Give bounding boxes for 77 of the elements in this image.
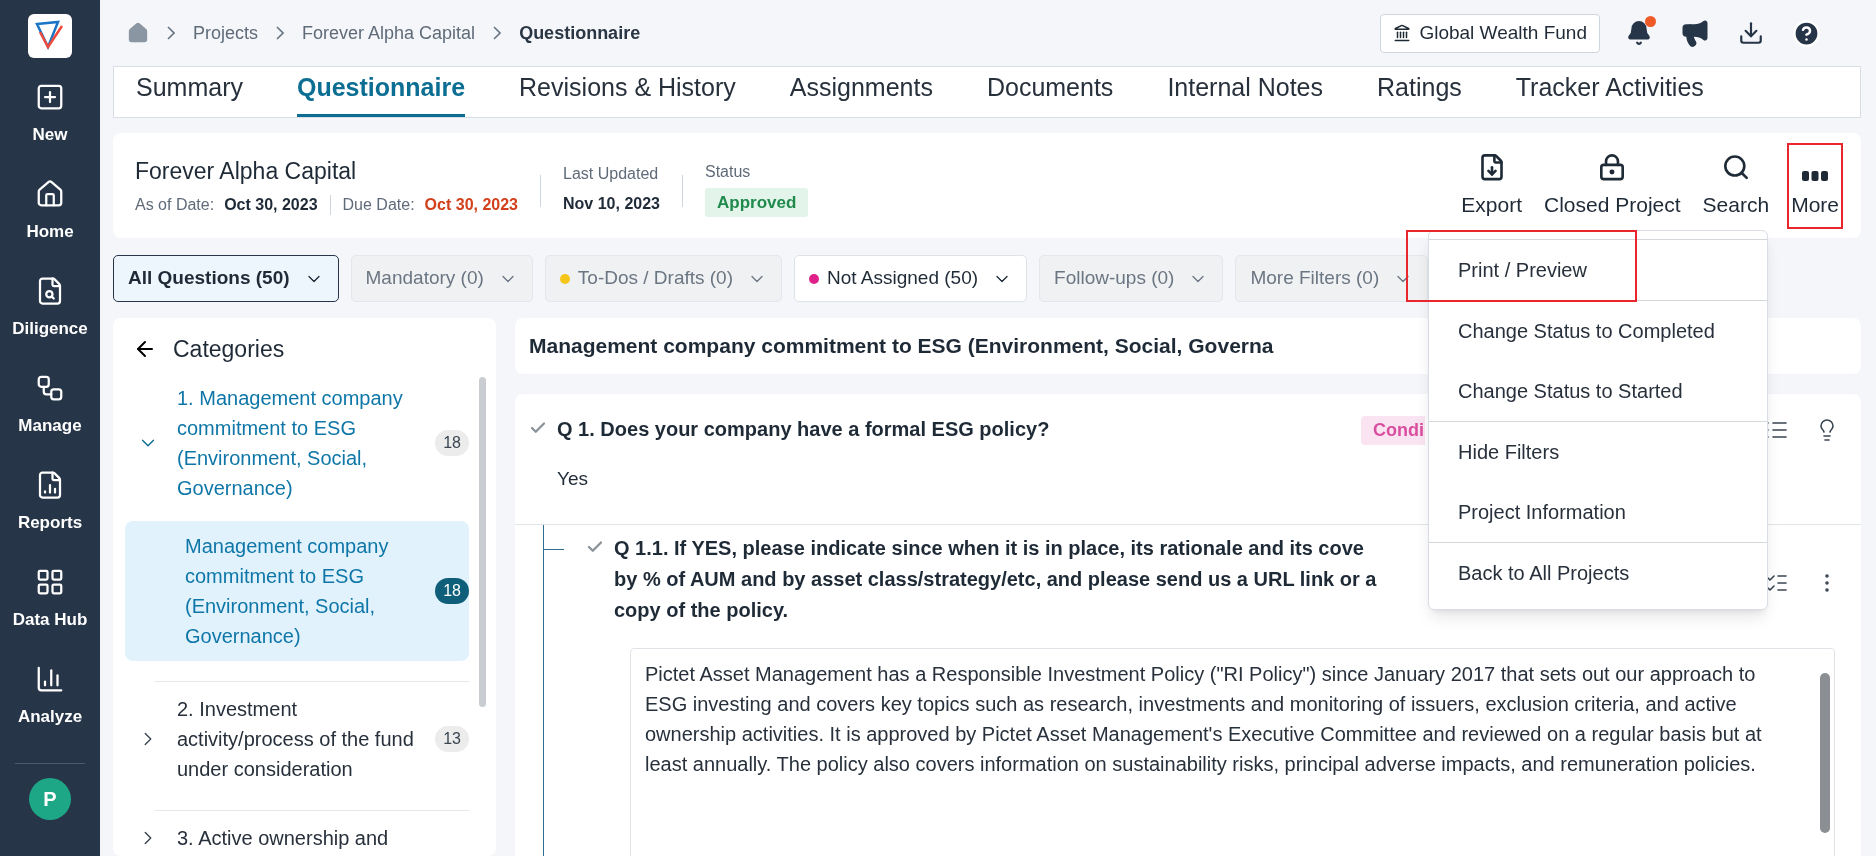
bar-chart-icon bbox=[35, 664, 65, 694]
breadcrumb-item[interactable]: Forever Alpha Capital bbox=[302, 19, 476, 47]
chevron-icon bbox=[167, 26, 175, 40]
field-label: Status bbox=[704, 161, 752, 182]
answer-text: Yes bbox=[557, 467, 589, 491]
more-icon bbox=[1802, 171, 1829, 181]
menu-item[interactable]: Hide Filters bbox=[1429, 422, 1767, 482]
question-text: Q 1.1. If YES, please indicate since when it is in place, its rationale and its cove by % of AUM and by asset class/strategy/etc, and please send us a URL link or a copy of the policy. bbox=[614, 535, 1377, 623]
category-label: Management company commitment to ESG (Environment, Social, Governance) bbox=[185, 533, 390, 649]
panel-title: Categories bbox=[173, 335, 285, 364]
nav-item[interactable]: Analyze bbox=[0, 662, 100, 759]
filter-dropdown[interactable]: All Questions (50) bbox=[113, 255, 339, 302]
answer-text: Pictet Asset Management has a Responsible Investment Policy ("RI Policy") since January 2017 that sets out our approach to ESG investing and covers key topics such as research, investments and monitoring of issuers, exclusion criteria, and active ownership activities. It is approved by Pictet Asset Management's Executive Committee and reviewed on a regular basis but at least annually. The policy also covers information on sustainability risks, principal adverse impacts, and remuneration policies. bbox=[645, 661, 1763, 777]
tab[interactable]: Tracker Activities bbox=[1515, 68, 1704, 117]
field-label: Last Updated bbox=[563, 163, 660, 184]
home-icon[interactable] bbox=[127, 22, 149, 44]
megaphone-icon[interactable] bbox=[1680, 18, 1710, 48]
category-item[interactable]: 2. Investment activity/process of the fund under consideration 13 bbox=[125, 687, 469, 790]
field-label: As of Date: bbox=[135, 194, 215, 215]
as-of-date: Oct 30, 2023 bbox=[224, 194, 318, 215]
due-date: Oct 30, 2023 bbox=[424, 194, 518, 215]
category-label: 2. Investment activity/process of the fund under consideration bbox=[177, 696, 415, 782]
house-icon bbox=[35, 179, 65, 209]
nav-item[interactable]: Home bbox=[0, 177, 100, 274]
field-label: Due Date: bbox=[342, 194, 415, 215]
toolbar-button[interactable]: More bbox=[1789, 144, 1841, 227]
tab[interactable]: Ratings bbox=[1377, 68, 1462, 117]
filter-dropdown[interactable]: Not Assigned (50) bbox=[794, 255, 1028, 302]
question-text: Q 1. Does your company have a formal ESG policy? bbox=[557, 417, 1050, 442]
condition-badge: Condi bbox=[1361, 416, 1425, 445]
scrollbar[interactable] bbox=[1820, 672, 1830, 833]
bell-icon[interactable] bbox=[1626, 20, 1652, 46]
category-label: 3. Active ownership and bbox=[177, 825, 390, 851]
bank-icon bbox=[1393, 24, 1412, 42]
menu-item[interactable]: Back to All Projects bbox=[1429, 543, 1767, 603]
breadcrumb-item[interactable]: Projects bbox=[193, 19, 259, 47]
plus-square-icon bbox=[35, 82, 65, 112]
nav-item[interactable]: Diligence bbox=[0, 274, 100, 371]
chevron-icon bbox=[493, 26, 502, 40]
tab[interactable]: Questionnaire bbox=[296, 68, 466, 117]
toolbar-button[interactable]: Export bbox=[1459, 144, 1525, 227]
count-badge: 18 bbox=[435, 577, 469, 604]
tab[interactable]: Internal Notes bbox=[1167, 68, 1323, 117]
menu-item[interactable]: Change Status to Started bbox=[1429, 361, 1767, 421]
app-logo[interactable] bbox=[28, 14, 72, 58]
menu-item[interactable]: Change Status to Completed bbox=[1429, 301, 1767, 361]
nav-item[interactable]: New bbox=[0, 80, 100, 177]
category-label: 1. Management company commitment to ESG (Environment, Social, Governance) bbox=[177, 385, 404, 501]
tab[interactable]: Revisions & History bbox=[519, 68, 736, 117]
tab[interactable]: Summary bbox=[136, 68, 243, 117]
toolbar-button[interactable]: Closed Project bbox=[1542, 144, 1683, 227]
help-icon[interactable] bbox=[1792, 18, 1821, 48]
chevron-icon bbox=[276, 26, 285, 40]
status-badge: Approved bbox=[704, 187, 809, 218]
nav-item[interactable]: Data Hub bbox=[0, 565, 100, 662]
nav-item[interactable]: Reports bbox=[0, 468, 100, 565]
scrollbar[interactable] bbox=[479, 376, 486, 707]
flow-icon bbox=[35, 373, 65, 403]
category-item[interactable]: 1. Management company commitment to ESG (Environment, Social, Governance) 18 bbox=[125, 376, 469, 509]
tab[interactable]: Assignments bbox=[789, 68, 933, 117]
fund-button[interactable]: Global Wealth Fund bbox=[1380, 13, 1600, 53]
category-item[interactable]: Management company commitment to ESG (Environment, Social, Governance) 18 bbox=[125, 520, 469, 661]
category-item[interactable]: 3. Active ownership and bbox=[125, 816, 469, 856]
section-title: Management company commitment to ESG (Environment, Social, Governa bbox=[529, 333, 1274, 360]
last-updated-date: Nov 10, 2023 bbox=[563, 193, 660, 214]
tab[interactable]: Documents bbox=[986, 68, 1114, 117]
toolbar-button[interactable]: Search bbox=[1700, 144, 1772, 227]
count-badge: 18 bbox=[435, 429, 469, 456]
grid-icon bbox=[35, 567, 65, 597]
breadcrumb-item: Questionnaire bbox=[519, 21, 641, 45]
download-icon[interactable] bbox=[1738, 20, 1764, 46]
count-badge: 13 bbox=[435, 725, 469, 752]
menu-item[interactable]: Print / Preview bbox=[1429, 240, 1767, 300]
answer-box[interactable] bbox=[630, 647, 1835, 856]
project-name: Forever Alpha Capital bbox=[135, 157, 358, 187]
nav-item[interactable]: Manage bbox=[0, 371, 100, 468]
menu-item[interactable]: Project Information bbox=[1429, 482, 1767, 542]
